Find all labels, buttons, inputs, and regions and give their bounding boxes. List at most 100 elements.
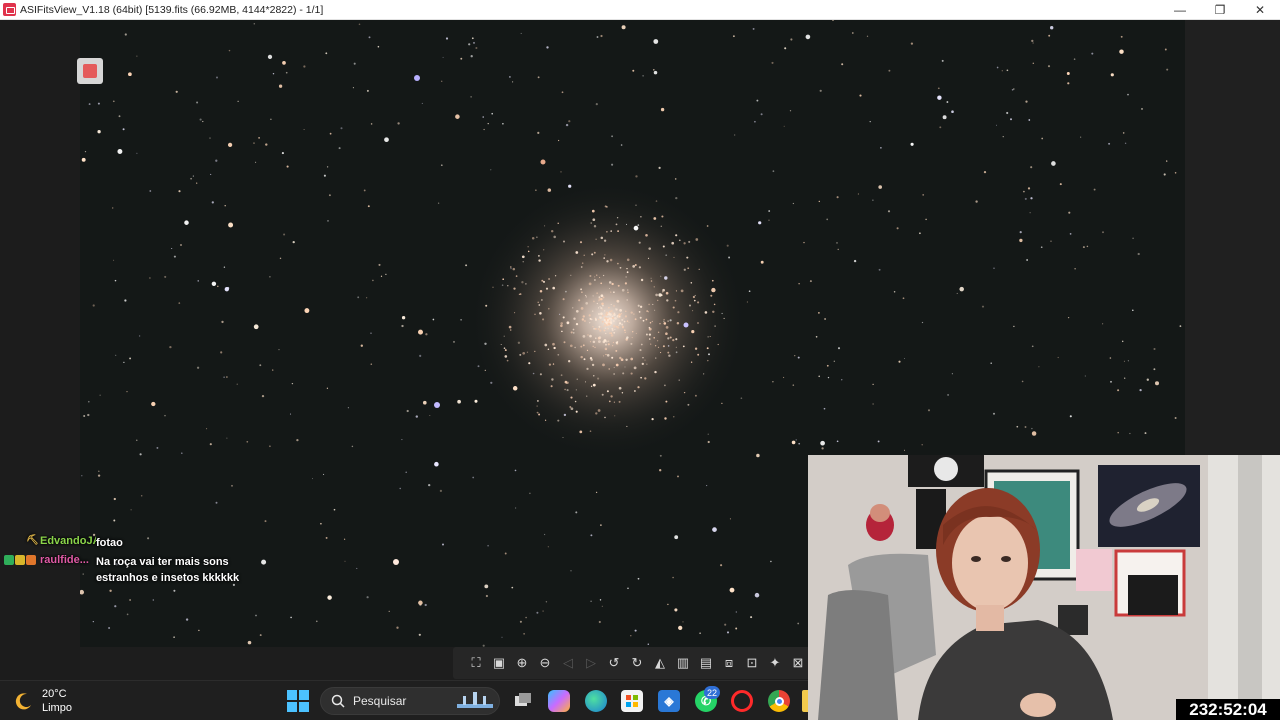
- cube-app-icon[interactable]: ◈: [658, 690, 680, 712]
- info-icon[interactable]: ⊡: [743, 654, 761, 672]
- histogram-icon[interactable]: ◭: [651, 654, 669, 672]
- cluster-star: [580, 266, 583, 268]
- star: [1109, 357, 1112, 359]
- cluster-star: [596, 274, 598, 276]
- cluster-star: [611, 356, 614, 359]
- star: [98, 470, 100, 472]
- cluster-star: [651, 320, 653, 323]
- cluster-star: [690, 282, 693, 284]
- cluster-star: [589, 341, 592, 343]
- cluster-star: [623, 329, 626, 332]
- cluster-star: [644, 377, 647, 380]
- fit-screen-icon[interactable]: ⛶: [467, 654, 485, 672]
- cluster-star: [608, 368, 610, 370]
- next-icon[interactable]: ▷: [582, 654, 600, 672]
- copilot-icon[interactable]: [548, 690, 570, 712]
- star-icon[interactable]: ✦: [766, 654, 784, 672]
- start-button[interactable]: [287, 690, 309, 712]
- weather-widget[interactable]: 20°C Limpo: [14, 687, 72, 715]
- cluster-star: [592, 218, 596, 222]
- zoom-out-icon[interactable]: ⊖: [536, 654, 554, 672]
- crop-icon[interactable]: ⊠: [789, 654, 807, 672]
- star: [959, 286, 964, 292]
- star: [304, 308, 310, 314]
- star: [326, 166, 329, 168]
- star: [442, 56, 444, 58]
- star: [682, 621, 684, 623]
- cluster-star: [632, 265, 636, 268]
- chat-message: raulfide... Na roça vai ter mais sons es…: [4, 554, 304, 586]
- star: [523, 633, 525, 635]
- cluster-star: [606, 390, 609, 393]
- cluster-star: [648, 247, 651, 250]
- cluster-star: [595, 337, 597, 339]
- cluster-star: [704, 311, 708, 314]
- actual-size-icon[interactable]: ▣: [490, 654, 508, 672]
- cluster-star: [544, 343, 548, 347]
- save-icon[interactable]: ▤: [697, 654, 715, 672]
- star: [296, 438, 299, 442]
- star: [184, 220, 189, 225]
- star: [415, 415, 418, 418]
- star: [946, 101, 949, 103]
- chat-username[interactable]: EdvandoJA: [40, 535, 96, 547]
- star: [1026, 259, 1028, 261]
- star: [173, 636, 175, 638]
- star: [827, 376, 830, 379]
- star: [512, 81, 514, 83]
- star: [826, 364, 829, 367]
- edge-icon[interactable]: [585, 690, 607, 712]
- cluster-star: [661, 215, 664, 218]
- star: [484, 369, 486, 372]
- rotate-left-icon[interactable]: ↺: [605, 654, 623, 672]
- chat-username[interactable]: raulfide...: [40, 554, 96, 566]
- star: [509, 76, 511, 78]
- store-icon[interactable]: [621, 690, 643, 712]
- star: [620, 144, 623, 146]
- cluster-star: [630, 311, 633, 314]
- star: [809, 280, 812, 283]
- cluster-star: [614, 317, 617, 320]
- stretch-icon[interactable]: ⧈: [720, 654, 738, 672]
- cluster-star: [603, 239, 607, 242]
- restore-button[interactable]: ❐: [1200, 0, 1240, 20]
- chrome-icon[interactable]: [768, 690, 790, 712]
- star: [290, 616, 292, 619]
- opera-icon[interactable]: [731, 690, 753, 712]
- minimize-button[interactable]: —: [1160, 0, 1200, 20]
- star: [490, 381, 493, 384]
- taskbar: 20°C Limpo Pesquisar ◈ ✆ 22: [0, 680, 808, 720]
- star: [611, 163, 614, 166]
- cluster-star: [623, 320, 626, 323]
- previous-icon[interactable]: ◁: [559, 654, 577, 672]
- zoom-in-icon[interactable]: ⊕: [513, 654, 531, 672]
- star: [1153, 368, 1156, 371]
- close-button[interactable]: ✕: [1240, 0, 1280, 20]
- cluster-star: [645, 233, 648, 237]
- star: [1069, 415, 1072, 418]
- cluster-star: [608, 400, 611, 403]
- star: [1163, 173, 1166, 176]
- cluster-star: [605, 324, 608, 327]
- task-view-icon[interactable]: [512, 690, 534, 712]
- star: [487, 544, 489, 547]
- chat-badges: [4, 554, 40, 565]
- taskbar-search[interactable]: Pesquisar: [320, 687, 500, 715]
- star: [557, 139, 560, 142]
- star: [291, 382, 294, 385]
- star: [455, 114, 460, 119]
- star: [951, 373, 954, 375]
- star: [794, 355, 796, 357]
- cluster-star: [564, 388, 566, 391]
- cluster-star: [624, 282, 628, 285]
- cluster-star: [663, 322, 667, 325]
- cluster-star: [572, 328, 575, 331]
- corner-app-icon[interactable]: [77, 58, 103, 84]
- delete-icon[interactable]: ▥: [674, 654, 692, 672]
- star: [1068, 211, 1071, 214]
- star: [627, 587, 629, 590]
- cluster-star: [598, 318, 600, 321]
- rotate-right-icon[interactable]: ↻: [628, 654, 646, 672]
- cluster-star: [610, 334, 614, 337]
- star: [707, 433, 709, 435]
